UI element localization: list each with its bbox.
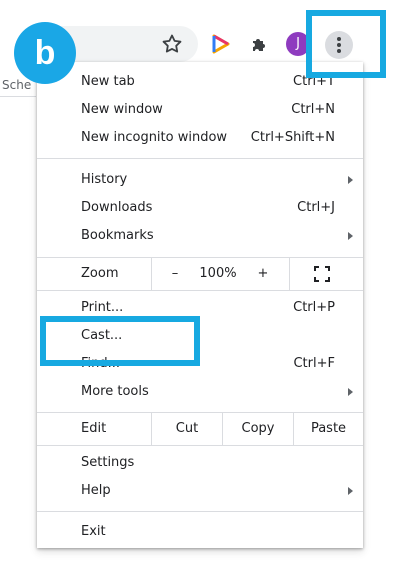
menu-item-downloads[interactable]: Downloads Ctrl+J [37,194,363,222]
paste-button[interactable]: Paste [294,413,363,445]
submenu-arrow-icon [348,487,353,495]
menu-item-new-window[interactable]: New window Ctrl+N [37,96,363,124]
submenu-arrow-icon [348,388,353,396]
submenu-arrow-icon [348,176,353,184]
play-extension-icon[interactable] [208,32,232,56]
zoom-label: Zoom [81,266,119,281]
step-badge: b [14,22,76,84]
background-page-text: Sche [2,78,32,92]
zoom-divider [151,258,152,290]
menu-item-more-tools[interactable]: More tools [37,378,363,406]
bookmark-star-icon[interactable] [160,32,184,56]
zoom-row: Zoom – 100% + [37,257,363,291]
menu-separator [37,158,363,159]
cut-button[interactable]: Cut [152,413,222,445]
menu-item-exit[interactable]: Exit [37,518,363,546]
menu-item-bookmarks[interactable]: Bookmarks [37,222,363,250]
menu-item-settings[interactable]: Settings [37,449,363,477]
highlight-box-menu-button [306,10,386,78]
zoom-out-button[interactable]: – [161,258,189,290]
extensions-puzzle-icon[interactable] [248,32,272,56]
background-divider [0,96,36,97]
zoom-divider [289,258,290,290]
fullscreen-icon[interactable] [314,266,330,282]
menu-separator [37,511,363,512]
menu-item-history[interactable]: History [37,166,363,194]
edit-row: Edit Cut Copy Paste [37,412,363,446]
submenu-arrow-icon [348,232,353,240]
edit-label: Edit [81,421,107,436]
chrome-main-menu: New tab Ctrl+T New window Ctrl+N New inc… [37,62,363,548]
highlight-box-cast [40,316,200,366]
zoom-level: 100% [199,266,237,281]
menu-item-new-incognito-window[interactable]: New incognito window Ctrl+Shift+N [37,124,363,152]
copy-button[interactable]: Copy [223,413,293,445]
menu-item-help[interactable]: Help [37,477,363,505]
zoom-in-button[interactable]: + [249,258,277,290]
